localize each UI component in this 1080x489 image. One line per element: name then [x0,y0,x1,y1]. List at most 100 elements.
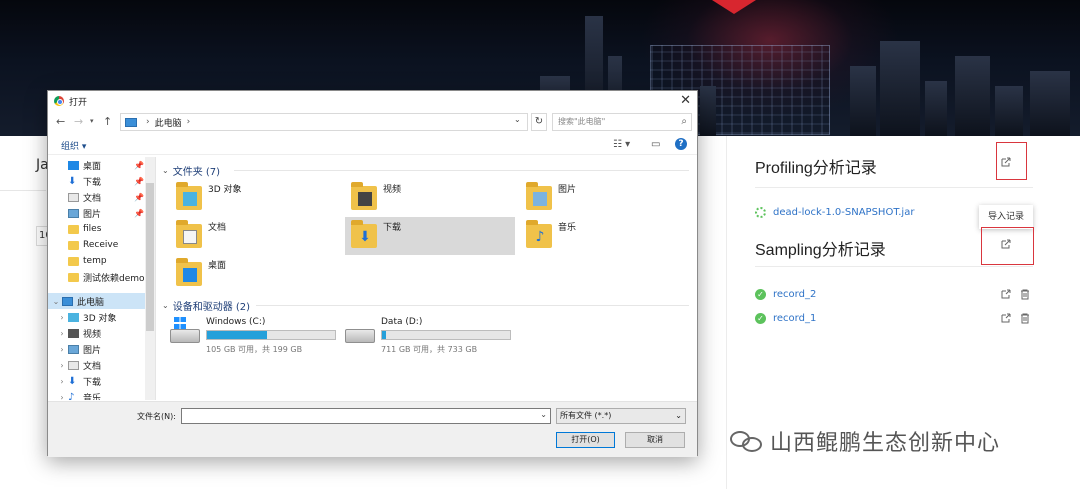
cancel-button[interactable]: 取消 [625,432,685,448]
nav-item-label: 测试依赖demo [83,273,145,284]
nav-item-3d-objects[interactable]: › 3D 对象 [48,309,155,325]
address-bar[interactable]: › 此电脑 › [120,113,528,131]
drive-usage-bar [381,330,511,340]
drive-tile-d[interactable]: Data (D:) 711 GB 可用，共 733 GB [345,317,520,357]
nav-item-folder[interactable]: temp [48,253,155,269]
watermark: 山西鲲鹏生态创新中心 [728,425,1000,457]
folder-label: 文档 [208,223,227,233]
trash-icon[interactable] [1019,288,1031,300]
nav-item-desktop[interactable]: 桌面 📌 [48,157,155,173]
list-item[interactable]: ✓ record_2 [755,286,816,302]
export-icon[interactable] [1000,288,1012,300]
nav-item-pictures[interactable]: 图片 📌 [48,205,155,221]
trash-icon[interactable] [1019,312,1031,324]
recent-dropdown-icon[interactable]: ▾ [90,117,94,125]
filename-input[interactable]: ⌄ [181,408,551,424]
chevron-down-icon[interactable]: ⌄ [162,301,169,310]
document-icon [68,360,79,370]
nav-item-label: 视频 [83,329,102,340]
chevron-down-icon[interactable]: ⌄ [52,297,60,306]
folder-icon [68,224,79,234]
sampling-title: Sampling分析记录 [755,242,886,259]
group-header-devices[interactable]: ⌄ 设备和驱动器 (2) [162,298,250,313]
list-item[interactable]: dead-lock-1.0-SNAPSHOT.jar [755,204,914,220]
chrome-icon [54,96,64,106]
chevron-right-icon[interactable]: › [58,345,66,354]
chevron-right-icon[interactable]: › [58,377,66,386]
chevron-down-icon[interactable]: ⌄ [162,166,169,175]
folder-label: 视频 [383,185,402,195]
nav-item-folder[interactable]: 测试依赖demo [48,269,155,285]
forward-icon[interactable]: → [74,115,83,128]
record-name[interactable]: dead-lock-1.0-SNAPSHOT.jar [773,207,914,218]
chevron-right-icon[interactable]: › [187,117,191,127]
chevron-right-icon[interactable]: › [58,393,66,401]
preview-pane-icon[interactable]: ▭ [651,139,660,150]
export-icon[interactable] [1000,312,1012,324]
nav-scrollbar-thumb[interactable] [146,183,154,331]
pin-icon[interactable]: 📌 [134,193,144,202]
view-options-icon[interactable]: ☷ ▾ [613,139,630,150]
nav-item-label: 文档 [83,361,102,372]
folder-tile-music[interactable]: ♪ 音乐 [520,217,690,255]
search-input[interactable]: 搜索"此电脑" ⌕ [552,113,692,131]
nav-item-videos[interactable]: › 视频 [48,325,155,341]
document-icon [68,192,79,202]
folder-tile-3d-objects[interactable]: 3D 对象 [170,179,340,217]
folder-label: 下载 [383,223,402,233]
refresh-button[interactable]: ↻ [531,113,547,131]
file-type-select[interactable]: 所有文件 (*.*) ⌄ [556,408,686,424]
help-icon[interactable]: ? [675,138,687,150]
import-icon[interactable] [1000,156,1012,168]
nav-item-folder[interactable]: Receive [48,237,155,253]
back-icon[interactable]: ← [56,115,65,128]
chevron-down-icon[interactable]: ⌄ [540,410,547,419]
pin-icon[interactable]: 📌 [134,177,144,186]
drive-tile-c[interactable]: Windows (C:) 105 GB 可用，共 199 GB [170,317,345,357]
up-icon[interactable]: ↑ [103,115,112,128]
record-name[interactable]: record_1 [773,313,816,324]
folder-icon [68,272,79,282]
nav-item-documents[interactable]: › 文档 [48,357,155,373]
folder-tile-documents[interactable]: 文档 [170,217,340,255]
nav-item-this-pc[interactable]: ⌄ 此电脑 [48,293,155,309]
file-list-pane: ⌄ 文件夹 (7) 3D 对象 视频 图片 文档 ⬇ 下载 ♪ 音乐 桌面 ⌄ … [156,157,697,400]
breadcrumb-item[interactable]: 此电脑 [155,116,182,129]
folder-tile-pictures[interactable]: 图片 [520,179,690,217]
pin-icon[interactable]: 📌 [134,161,144,170]
folder-label: 桌面 [208,261,227,271]
open-button[interactable]: 打开(O) [556,432,615,448]
folder-tile-videos[interactable]: 视频 [345,179,515,217]
chevron-right-icon[interactable]: › [58,329,66,338]
nav-item-folder[interactable]: files [48,221,155,237]
drive-usage-fill [207,331,268,339]
folder-tile-desktop[interactable]: 桌面 [170,255,340,293]
chevron-right-icon[interactable]: › [58,313,66,322]
nav-item-documents[interactable]: 文档 📌 [48,189,155,205]
nav-item-music[interactable]: › ♪ 音乐 [48,389,155,400]
organize-button[interactable]: 组织 ▾ [61,139,86,152]
nav-item-label: Receive [83,240,119,250]
group-header-label: 文件夹 (7) [172,167,221,178]
folder-tile-downloads[interactable]: ⬇ 下载 [345,217,515,255]
close-icon[interactable]: ✕ [680,93,691,108]
tooltip-import: 导入记录 [979,205,1033,229]
dialog-titlebar[interactable]: 打开 ✕ [48,91,697,111]
import-icon[interactable] [1000,238,1012,250]
pin-icon[interactable]: 📌 [134,209,144,218]
download-icon: ⬇ [68,375,77,387]
nav-item-downloads[interactable]: › ⬇ 下载 [48,373,155,389]
wechat-icon [728,429,766,453]
chevron-down-icon[interactable]: ⌄ [514,115,521,124]
chevron-right-icon[interactable]: › [58,361,66,370]
nav-item-downloads[interactable]: ⬇ 下载 📌 [48,173,155,189]
nav-item-pictures[interactable]: › 图片 [48,341,155,357]
group-header-folders[interactable]: ⌄ 文件夹 (7) [162,163,220,178]
record-name[interactable]: record_2 [773,289,816,300]
nav-item-label: 音乐 [83,393,102,401]
list-item[interactable]: ✓ record_1 [755,310,816,326]
folder-label: 音乐 [558,223,577,233]
drive-name: Windows (C:) [206,317,266,327]
banner-building [850,66,876,136]
dialog-toolbar: 组织 ▾ ☷ ▾ ▭ ? [48,137,697,155]
